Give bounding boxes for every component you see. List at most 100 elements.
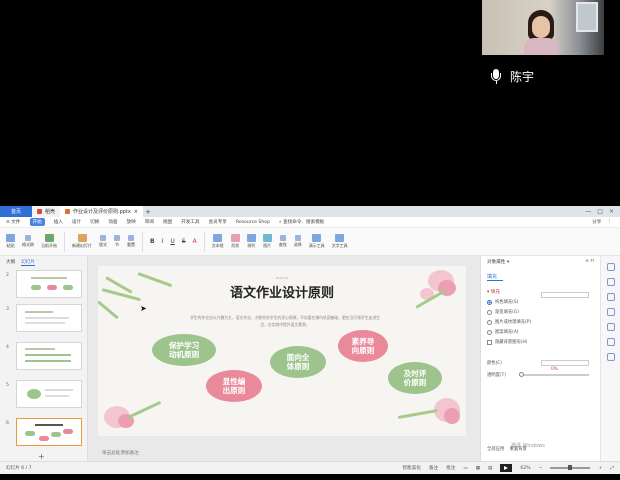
principle-literacy[interactable]: 素养导 向原则 [338, 330, 388, 362]
menu-view[interactable]: 视图 [163, 219, 172, 225]
normal-view-icon[interactable]: ▭ [463, 466, 467, 471]
new-tab-button[interactable]: + [145, 208, 151, 216]
checkbox-icon [487, 339, 492, 345]
search-command[interactable]: ⌕ 查找命令、搜索模板 [279, 219, 324, 225]
slider-knob[interactable] [519, 372, 524, 377]
current-slide[interactable]: ➤ PART 02 语文作业设计原则 学生的作业应以兴趣为主，语文作业，才能符合… [98, 266, 466, 436]
sorter-view-icon[interactable]: ▦ [476, 466, 480, 471]
reset-icon [128, 235, 134, 241]
menu-developer[interactable]: 开发工具 [181, 219, 199, 225]
fit-window-icon[interactable]: ⤢ [610, 465, 614, 471]
close-window-icon[interactable]: × [609, 208, 614, 215]
tab-stencil[interactable]: 稻壳 [32, 206, 61, 217]
zoom-out-icon[interactable]: − [539, 466, 543, 471]
italic-button[interactable]: I [162, 238, 164, 245]
arrange-icon [246, 234, 256, 242]
properties-header[interactable]: 对象属性 ▾ [487, 259, 509, 265]
fill-option-solid[interactable]: 纯色填充(S) [487, 299, 594, 305]
stencil-icon [37, 209, 42, 214]
slide-subtitle[interactable]: 学生的作业应以兴趣为主，语文作业，才能符合学生的身心规律。不仅要在课内巩固基础，… [190, 314, 380, 328]
shape-button[interactable]: 形状 [230, 234, 240, 249]
hide-background-checkbox[interactable]: 隐藏背景图形(H) [487, 339, 594, 345]
principle-motivation[interactable]: 保护学习 动机原则 [152, 334, 216, 366]
menu-review[interactable]: 审阅 [145, 219, 154, 225]
menu-transition[interactable]: 切换 [90, 219, 99, 225]
find-button[interactable]: 查找 [279, 235, 287, 248]
transparency-slider[interactable] [519, 372, 589, 377]
select-button[interactable]: 选择 [294, 235, 302, 248]
presentation-tools-button[interactable]: 演示工具 [309, 234, 325, 249]
textbox-button[interactable]: 文本框 [212, 234, 224, 249]
play-from-current-button[interactable]: 当前开始 [41, 234, 57, 249]
menu-animation[interactable]: 动画 [108, 219, 117, 225]
slide-thumbnail-selected[interactable]: 6 [6, 418, 82, 446]
underline-button[interactable]: U [170, 238, 174, 245]
tab-document[interactable]: 作业设计及评价原则.pptx × [60, 206, 144, 217]
add-slide-button[interactable]: + [38, 452, 45, 461]
slide-thumbnail[interactable]: 2 [6, 270, 82, 298]
minimize-icon[interactable]: — [585, 208, 591, 215]
presentation-tools-icon [312, 234, 322, 242]
section-button[interactable]: 节 [114, 235, 120, 248]
color-select[interactable] [541, 360, 589, 366]
apply-all-button[interactable]: 全部应用 [487, 447, 504, 452]
arrange-button[interactable]: 排列 [246, 234, 256, 249]
fill-option-gradient[interactable]: 渐变填充(G) [487, 309, 594, 315]
reset-background-button[interactable]: 重置背景 [510, 447, 527, 452]
close-tab-icon[interactable]: × [134, 209, 138, 215]
slideshow-play-button[interactable] [500, 464, 513, 472]
slide-title[interactable]: 语文作业设计原则 [98, 282, 466, 301]
layout-button[interactable]: 版式 [99, 235, 107, 248]
zoom-slider[interactable] [550, 465, 591, 471]
text-tools-button[interactable]: 文字工具 [332, 234, 348, 249]
play-icon [44, 234, 54, 242]
menu-file[interactable]: ≡ 文件 [6, 219, 21, 225]
smart-beautify-button[interactable]: 智能美化 [403, 465, 421, 471]
notes-toggle[interactable]: 备注 [429, 465, 438, 471]
paste-button[interactable]: 粘贴 [6, 234, 15, 249]
animation-icon[interactable] [606, 293, 615, 301]
tab-slides[interactable]: 幻灯片 [21, 259, 35, 266]
font-color-button[interactable]: A [193, 238, 197, 245]
transition-icon[interactable] [606, 308, 615, 316]
menu-start[interactable]: 开始 [29, 218, 45, 226]
properties-icon[interactable] [606, 263, 615, 271]
format-painter-button[interactable]: 格式刷 [22, 235, 34, 248]
slide-thumbnail[interactable]: 4 [6, 342, 82, 370]
principle-all-students[interactable]: 面向全 体原则 [270, 346, 326, 378]
backup-icon[interactable] [606, 323, 615, 331]
fill-type-select[interactable] [541, 292, 589, 298]
bold-button[interactable]: B [150, 238, 155, 245]
design-icon[interactable] [606, 278, 615, 286]
slide-thumbnail[interactable]: 3 [6, 304, 82, 332]
reading-view-icon[interactable]: ▤ [488, 466, 492, 471]
close-pane-icon[interactable]: × ⊓ [585, 259, 594, 265]
textbox-icon [213, 234, 223, 242]
menu-insert[interactable]: 插入 [54, 219, 63, 225]
principle-timely-evaluation[interactable]: 及时评 价原则 [388, 362, 442, 394]
share-button[interactable]: 分享 [592, 219, 601, 225]
menu-resource-shop[interactable]: Resource Shop [236, 220, 270, 225]
maximize-icon[interactable]: □ [597, 208, 603, 215]
more-icon[interactable]: ⋮ [607, 219, 612, 225]
tab-home[interactable]: 首页 [0, 206, 32, 217]
reset-button[interactable]: 重置 [127, 235, 135, 248]
tab-fill[interactable]: 填充 [487, 273, 503, 281]
picture-button[interactable]: 图片 [262, 234, 272, 249]
notes-field[interactable]: 单击此处添加备注 [88, 450, 480, 456]
menu-member[interactable]: 会员专享 [209, 219, 227, 225]
zoom-knob[interactable] [568, 465, 573, 471]
comments-toggle[interactable]: 批注 [446, 465, 455, 471]
help-icon[interactable] [606, 338, 615, 346]
menu-slideshow[interactable]: 放映 [127, 219, 136, 225]
fill-option-picture[interactable]: 图片或纹理填充(P) [487, 319, 594, 325]
zoom-in-icon[interactable]: + [598, 466, 602, 471]
new-slide-button[interactable]: 新建幻灯片 [72, 234, 92, 249]
menu-design[interactable]: 设计 [72, 219, 81, 225]
strikethrough-button[interactable]: S [182, 238, 186, 245]
fill-option-pattern[interactable]: 图案填充(A) [487, 329, 594, 335]
tab-outline[interactable]: 大纲 [6, 259, 15, 266]
settings-icon[interactable] [606, 353, 615, 361]
slide-thumbnail[interactable]: 5 [6, 380, 82, 408]
principle-explicit[interactable]: 显性编 出原则 [206, 370, 262, 402]
